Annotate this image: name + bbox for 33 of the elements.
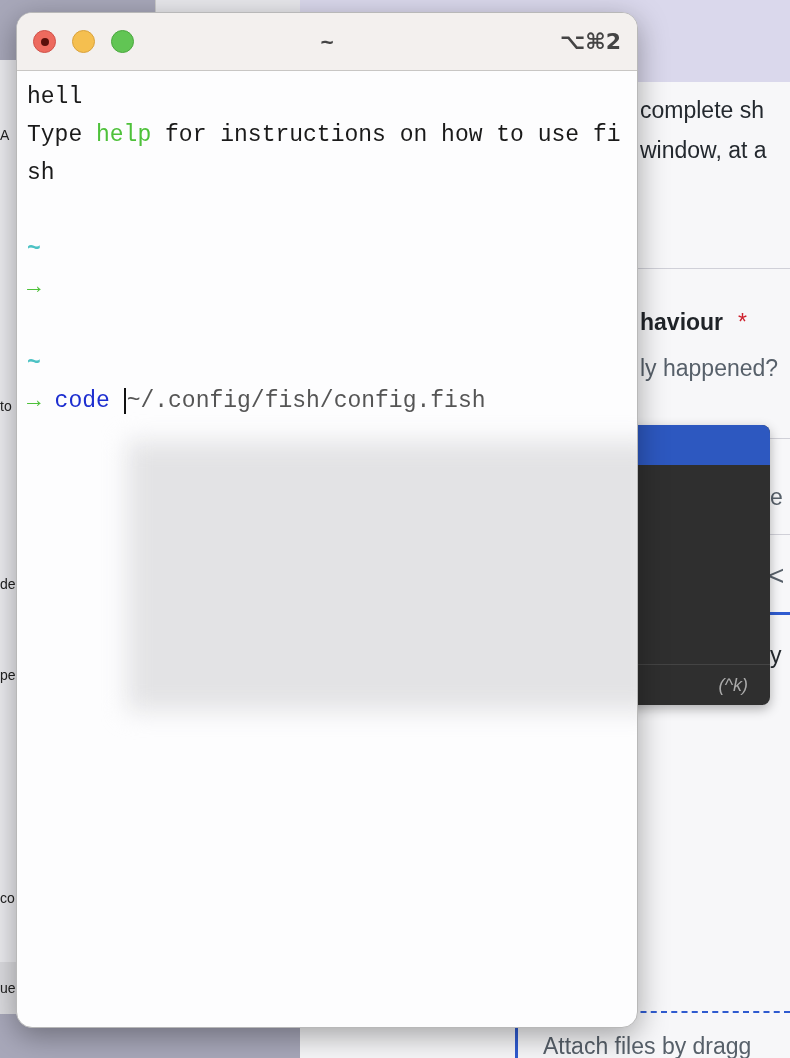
window-text: de [0, 575, 16, 594]
back-button[interactable]: < [768, 561, 785, 591]
directory-text: ~ [27, 350, 41, 376]
text-cursor [123, 387, 126, 414]
tab-label[interactable]: e [770, 482, 783, 512]
zoom-button[interactable] [111, 30, 134, 53]
terminal-text: sh [27, 160, 55, 186]
terminal-text: hell [27, 84, 83, 110]
window-text: pe [0, 666, 16, 685]
terminal-text: for instructions on how to use fi [164, 122, 621, 148]
page-text: complete sh [640, 96, 764, 125]
required-mark: * [738, 308, 747, 337]
window-text: to [0, 397, 12, 416]
close-button[interactable] [33, 30, 56, 53]
hint-text: ly happened? [640, 354, 779, 383]
directory-text: ~ [27, 236, 41, 262]
minimize-button[interactable] [72, 30, 95, 53]
page-text: window, at a [640, 136, 767, 165]
page-text: y [770, 641, 782, 670]
window-title: ~ [319, 29, 335, 54]
prompt-arrow: → [27, 274, 41, 300]
command-text: code [54, 388, 110, 414]
tab-underline [770, 612, 790, 615]
terminal-text: Type [27, 122, 84, 148]
shortcut-label: ⌥⌘2 [559, 29, 621, 54]
shortcut-hint: (^k) [718, 674, 748, 696]
prompt-arrow: → [27, 388, 41, 414]
window-text: A [0, 126, 10, 145]
command-text: help [96, 122, 152, 148]
argument-text: ~/.config/fish/config.fish [126, 388, 486, 414]
dropzone-text: Attach files by dragg [543, 1032, 752, 1058]
window-text: co [0, 889, 15, 908]
section-heading: haviour [640, 308, 724, 337]
